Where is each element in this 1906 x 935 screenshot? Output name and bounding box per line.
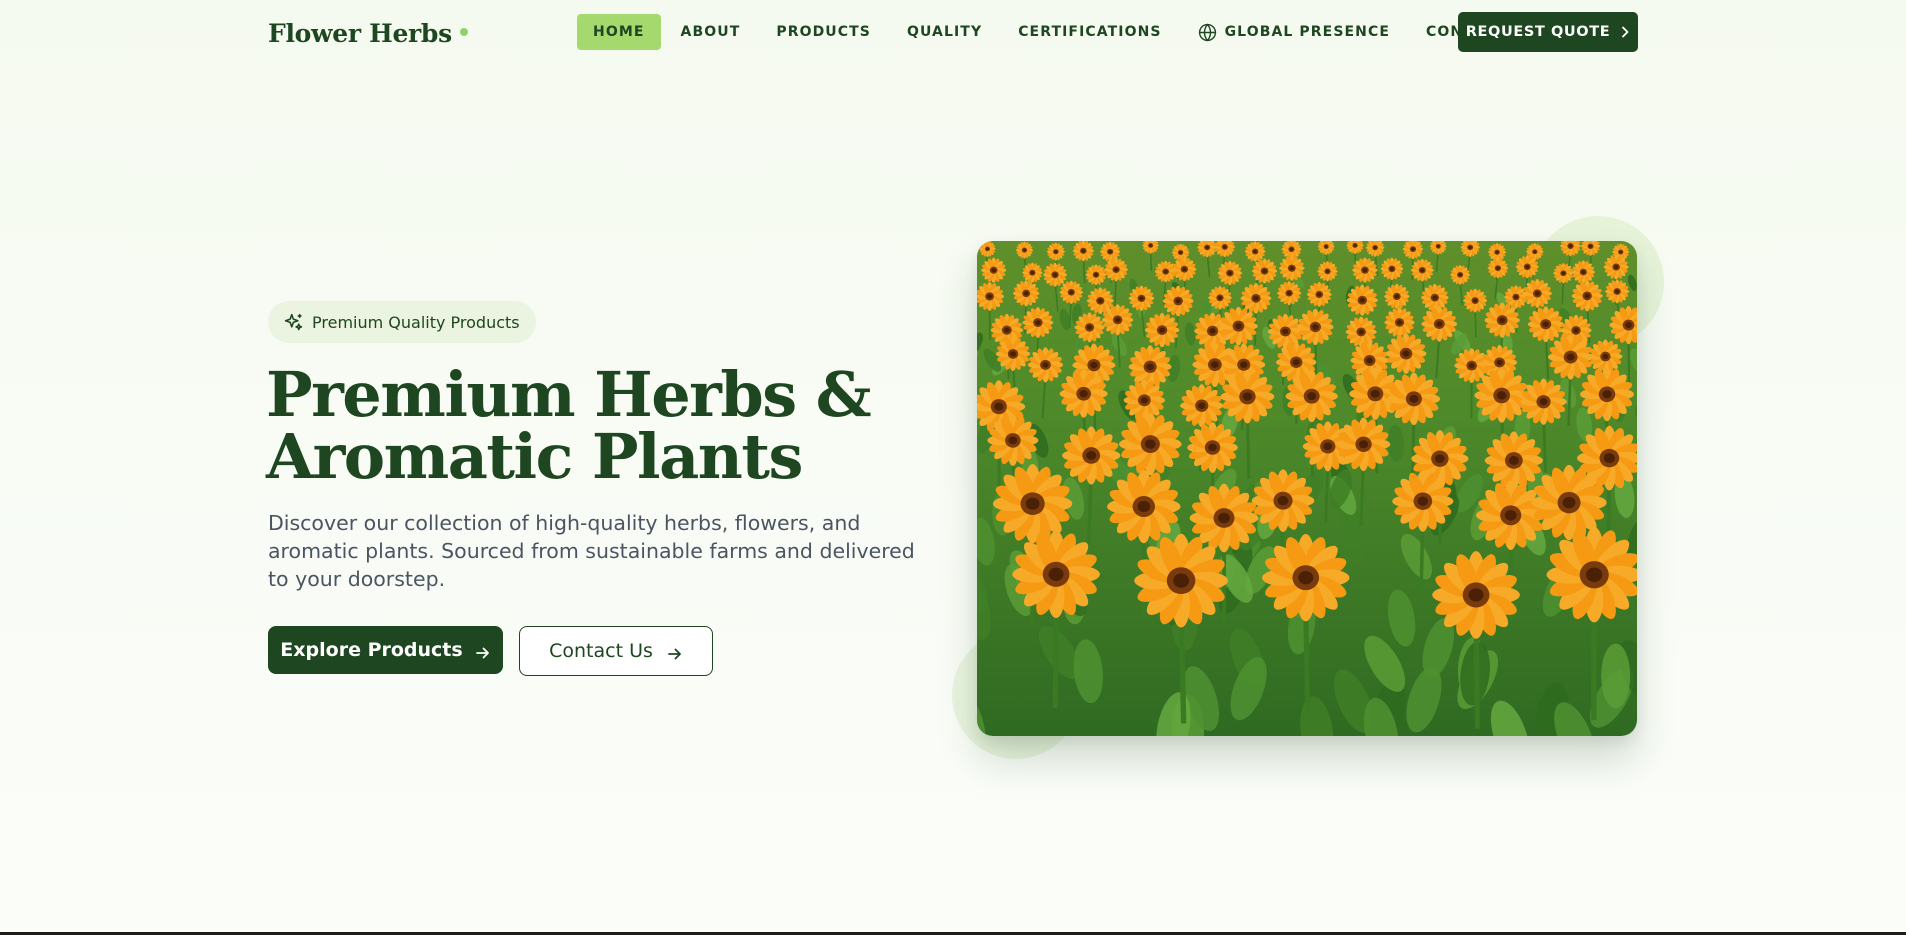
logo-dot-icon: [459, 28, 468, 36]
nav-item-label: CERTIFICATIONS: [1018, 24, 1162, 40]
hero-title-line-1: Premium Herbs &: [266, 358, 872, 431]
nav-item-products[interactable]: PRODUCTS: [760, 14, 887, 50]
nav-item-global-presence[interactable]: GLOBAL PRESENCE: [1182, 14, 1406, 50]
arrow-right-icon: [475, 643, 491, 659]
nav-item-label: GLOBAL PRESENCE: [1224, 24, 1391, 40]
logo-text: Flower Herbs: [268, 18, 452, 48]
nav-item-label: HOME: [593, 24, 645, 40]
flower-field-illustration: [977, 241, 1637, 736]
main-menu: HOME ABOUT PRODUCTS QUALITY CERTIFICATIO…: [577, 14, 1527, 50]
flower-field-image: [977, 241, 1637, 736]
nav-item-quality[interactable]: QUALITY: [891, 14, 998, 50]
globe-icon: [1198, 23, 1217, 42]
nav-item-label: ABOUT: [680, 24, 741, 40]
nav-item-label: PRODUCTS: [776, 24, 871, 40]
badge-label: Premium Quality Products: [312, 312, 520, 332]
explore-products-label: Explore Products: [280, 639, 463, 661]
explore-products-button[interactable]: Explore Products: [268, 626, 503, 674]
arrow-right-icon: [667, 644, 683, 660]
sparkle-icon: [283, 312, 304, 333]
request-quote-button[interactable]: REQUEST QUOTE: [1458, 12, 1638, 52]
nav-item-certifications[interactable]: CERTIFICATIONS: [1002, 14, 1177, 50]
contact-us-label: Contact Us: [549, 640, 653, 662]
contact-us-button[interactable]: Contact Us: [519, 626, 713, 676]
premium-quality-badge: Premium Quality Products: [268, 301, 536, 343]
logo[interactable]: Flower Herbs: [268, 16, 468, 50]
hero-title-line-2: Aromatic Plants: [266, 420, 803, 493]
nav-item-about[interactable]: ABOUT: [665, 14, 757, 50]
navbar: Flower Herbs HOME ABOUT PRODUCTS QUALITY…: [0, 0, 1906, 64]
nav-item-home[interactable]: HOME: [577, 14, 661, 50]
chevron-right-icon: [1620, 26, 1630, 38]
hero-description: Discover our collection of high-quality …: [268, 511, 915, 591]
request-quote-label: REQUEST QUOTE: [1465, 24, 1611, 40]
hero-title: Premium Herbs & Aromatic Plants: [266, 364, 906, 488]
leaf: [1601, 643, 1631, 709]
nav-item-label: QUALITY: [906, 24, 983, 40]
page: Flower Herbs HOME ABOUT PRODUCTS QUALITY…: [0, 0, 1906, 935]
